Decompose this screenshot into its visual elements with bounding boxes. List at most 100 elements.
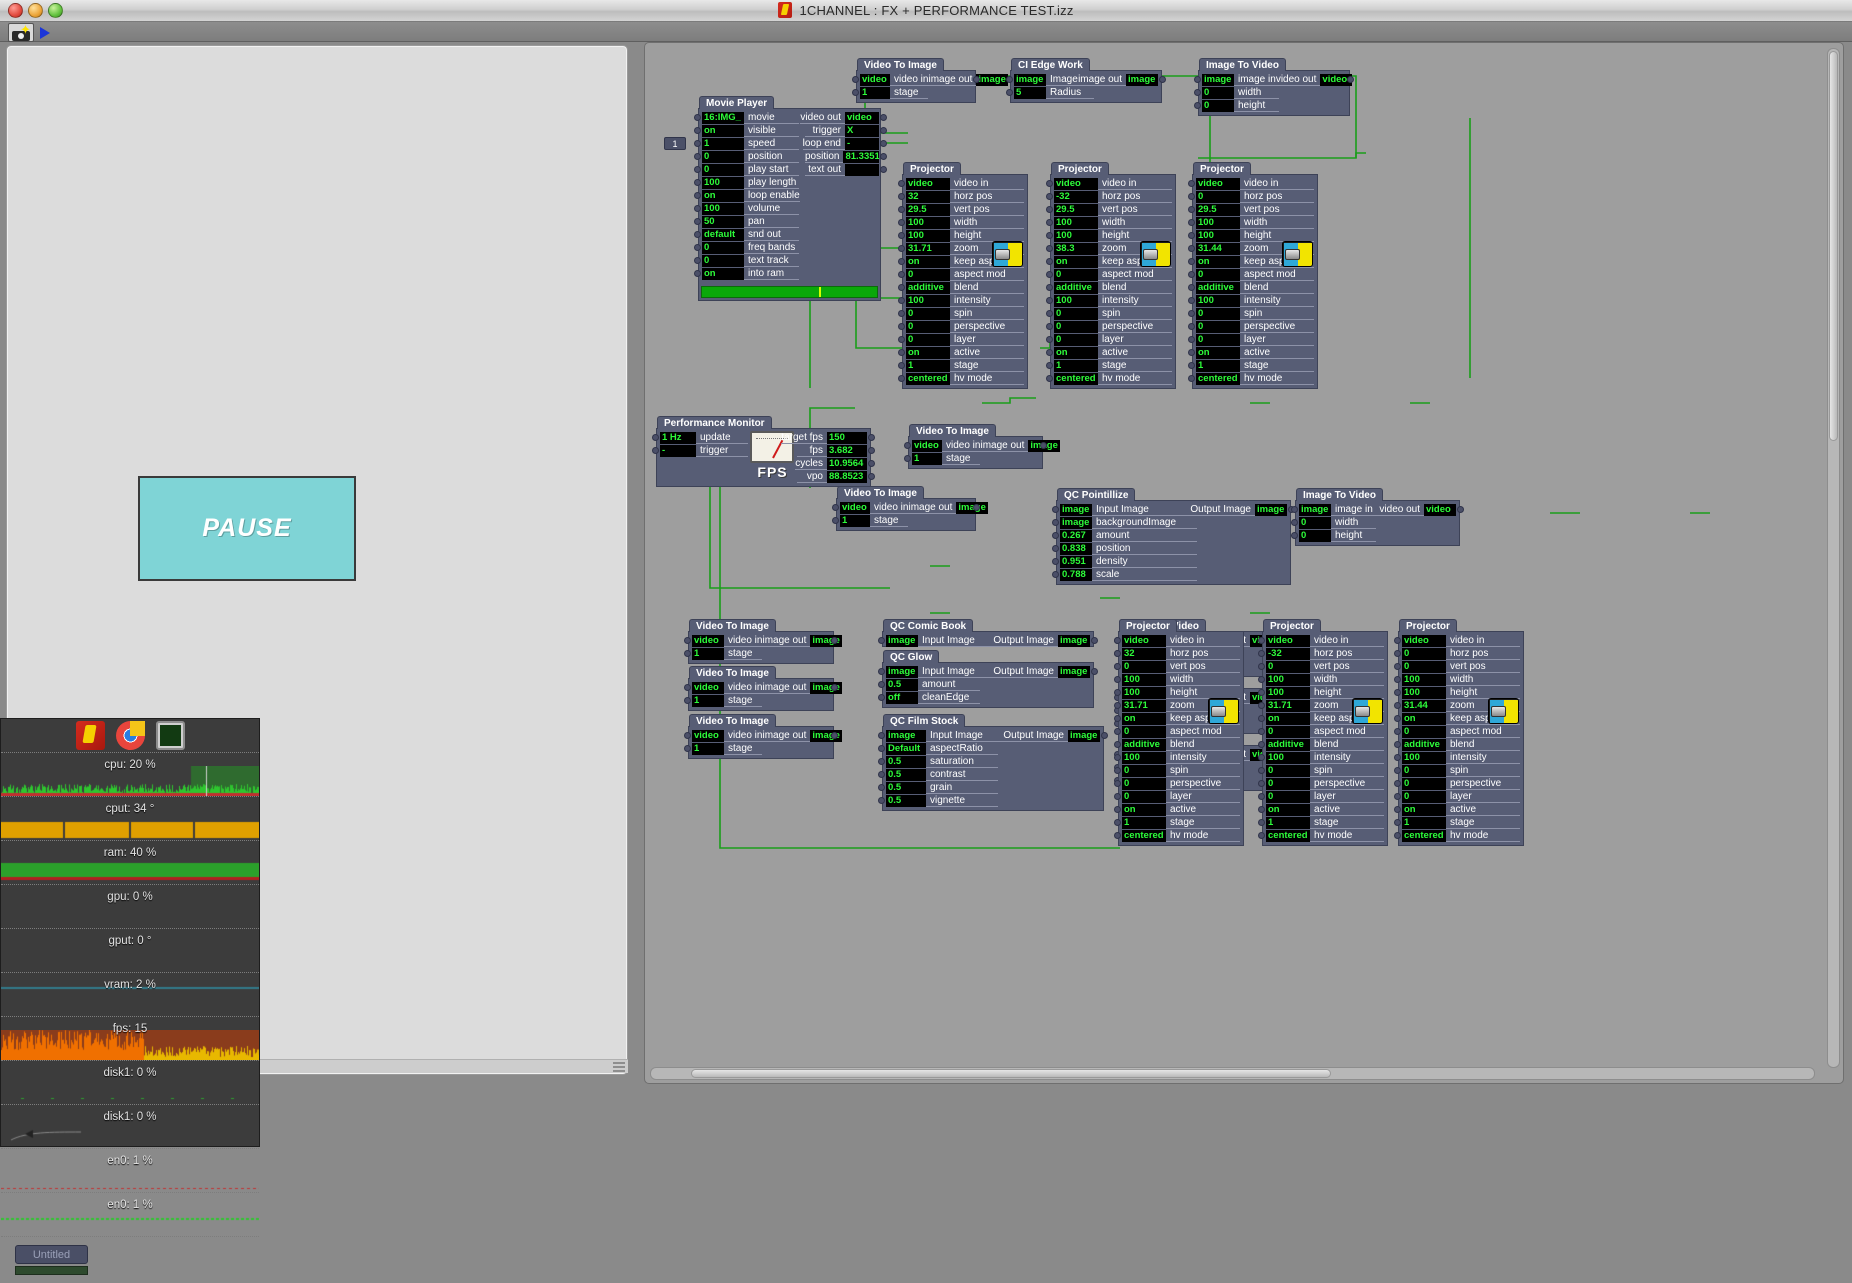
input-port[interactable] <box>1114 806 1121 813</box>
input-port[interactable] <box>684 650 691 657</box>
value-field[interactable]: 0 <box>702 150 744 163</box>
input-port[interactable] <box>1188 297 1195 304</box>
node-projector-bottom-1[interactable]: Projector video video in 32 horz pos 0 vert po… <box>1114 619 1244 846</box>
node-image-to-video-top[interactable]: Image To Video image image in video out … <box>1194 58 1354 116</box>
output-port[interactable] <box>880 114 887 121</box>
input-port[interactable] <box>1046 245 1053 252</box>
output-port[interactable] <box>973 504 980 511</box>
input-port[interactable] <box>878 784 885 791</box>
input-port[interactable] <box>1188 271 1195 278</box>
input-port[interactable] <box>684 637 691 644</box>
output-value[interactable]: video <box>845 111 879 124</box>
input-port[interactable] <box>652 434 659 441</box>
value-field[interactable]: 0 <box>1196 307 1240 320</box>
input-port[interactable] <box>898 206 905 213</box>
input-port[interactable] <box>1046 349 1053 356</box>
input-port[interactable] <box>1394 806 1401 813</box>
value-field[interactable]: 0 <box>1122 660 1166 673</box>
value-field[interactable]: 0 <box>906 268 950 281</box>
input-port[interactable] <box>1052 519 1059 526</box>
output-port[interactable] <box>973 76 980 83</box>
activity-monitor-icon[interactable] <box>155 721 185 750</box>
value-field[interactable]: on <box>1122 712 1166 725</box>
value-field[interactable]: centered <box>1402 829 1446 842</box>
value-field[interactable]: 0 <box>702 254 744 267</box>
value-field[interactable]: 100 <box>1196 294 1240 307</box>
value-field[interactable]: image <box>1060 516 1092 529</box>
value-field[interactable]: 1 <box>860 86 890 99</box>
input-port[interactable] <box>878 668 885 675</box>
input-port[interactable] <box>904 442 911 449</box>
value-field[interactable]: 0 <box>702 241 744 254</box>
value-field[interactable]: on <box>1196 255 1240 268</box>
input-port[interactable] <box>898 349 905 356</box>
input-port[interactable] <box>1394 715 1401 722</box>
input-port[interactable] <box>1046 206 1053 213</box>
input-port[interactable] <box>694 179 701 186</box>
node-performance-monitor[interactable]: Performance Monitor 1 Hz update - trigge… <box>652 416 875 487</box>
input-port[interactable] <box>1052 571 1059 578</box>
input-port[interactable] <box>904 455 911 462</box>
value-field[interactable]: 1 <box>1402 816 1446 829</box>
value-field[interactable]: 0 <box>1266 660 1310 673</box>
performance-hud-overlay[interactable]: cpu: 20 % cput: 34 ° ram: 40 % gpu: 0 % gput… <box>0 718 260 1275</box>
input-port[interactable] <box>878 758 885 765</box>
input-port[interactable] <box>1114 715 1121 722</box>
value-field[interactable]: 0 <box>1266 777 1310 790</box>
input-port[interactable] <box>898 297 905 304</box>
value-field[interactable]: 100 <box>702 176 744 189</box>
value-field[interactable]: 0 <box>1266 790 1310 803</box>
value-field[interactable]: video <box>1054 177 1098 190</box>
input-port[interactable] <box>1394 637 1401 644</box>
input-port[interactable] <box>1188 310 1195 317</box>
input-port[interactable] <box>898 271 905 278</box>
input-port[interactable] <box>1188 336 1195 343</box>
value-field[interactable]: 5 <box>1014 86 1046 99</box>
value-field[interactable]: 100 <box>1196 216 1240 229</box>
node-projector-top-2[interactable]: Projector video video in -32 horz pos 29.5 ver… <box>1046 162 1176 389</box>
input-port[interactable] <box>1114 819 1121 826</box>
value-field[interactable]: 31.71 <box>906 242 950 255</box>
node-video-to-image-lowmid[interactable]: Video To Image video video in image out … <box>832 486 989 531</box>
input-port[interactable] <box>898 219 905 226</box>
input-port[interactable] <box>1258 650 1265 657</box>
output-value[interactable]: image <box>1255 503 1287 516</box>
input-port[interactable] <box>1258 767 1265 774</box>
input-port[interactable] <box>1258 663 1265 670</box>
value-field[interactable]: video <box>840 501 870 514</box>
input-port[interactable] <box>694 257 701 264</box>
output-port[interactable] <box>868 447 875 454</box>
output-port[interactable] <box>831 684 838 691</box>
output-value[interactable]: - <box>845 137 879 150</box>
output-port[interactable] <box>880 140 887 147</box>
input-port[interactable] <box>898 258 905 265</box>
node-video-to-image-b3[interactable]: Video To Image video video in image out … <box>684 714 843 759</box>
node-video-to-image-b1[interactable]: Video To Image video video in image out … <box>684 619 843 664</box>
value-field[interactable]: 0 <box>1054 320 1098 333</box>
value-field[interactable]: image <box>1202 73 1234 86</box>
value-field[interactable]: 0 <box>1196 320 1240 333</box>
value-field[interactable]: 0 <box>906 307 950 320</box>
pause-button[interactable]: PAUSE <box>138 476 356 581</box>
value-field[interactable]: video <box>692 729 724 742</box>
input-port[interactable] <box>1052 558 1059 565</box>
value-field[interactable]: 0 <box>1122 790 1166 803</box>
value-field[interactable]: 1 <box>692 742 724 755</box>
value-field[interactable]: 31.44 <box>1196 242 1240 255</box>
value-field[interactable]: on <box>702 124 744 137</box>
node-projector-top-1[interactable]: Projector video video in 32 horz pos 29.5 vert… <box>898 162 1028 389</box>
value-field[interactable]: 0 <box>1402 660 1446 673</box>
input-port[interactable] <box>878 797 885 804</box>
input-port[interactable] <box>1046 297 1053 304</box>
input-port[interactable] <box>1046 219 1053 226</box>
input-port[interactable] <box>1188 362 1195 369</box>
value-field[interactable]: 0 <box>1402 725 1446 738</box>
input-port[interactable] <box>1258 689 1265 696</box>
input-port[interactable] <box>1188 284 1195 291</box>
value-field[interactable]: 1 <box>906 359 950 372</box>
input-port[interactable] <box>898 336 905 343</box>
input-port[interactable] <box>1188 245 1195 252</box>
value-field[interactable]: image <box>886 634 918 647</box>
input-port[interactable] <box>898 310 905 317</box>
output-port[interactable] <box>831 637 838 644</box>
